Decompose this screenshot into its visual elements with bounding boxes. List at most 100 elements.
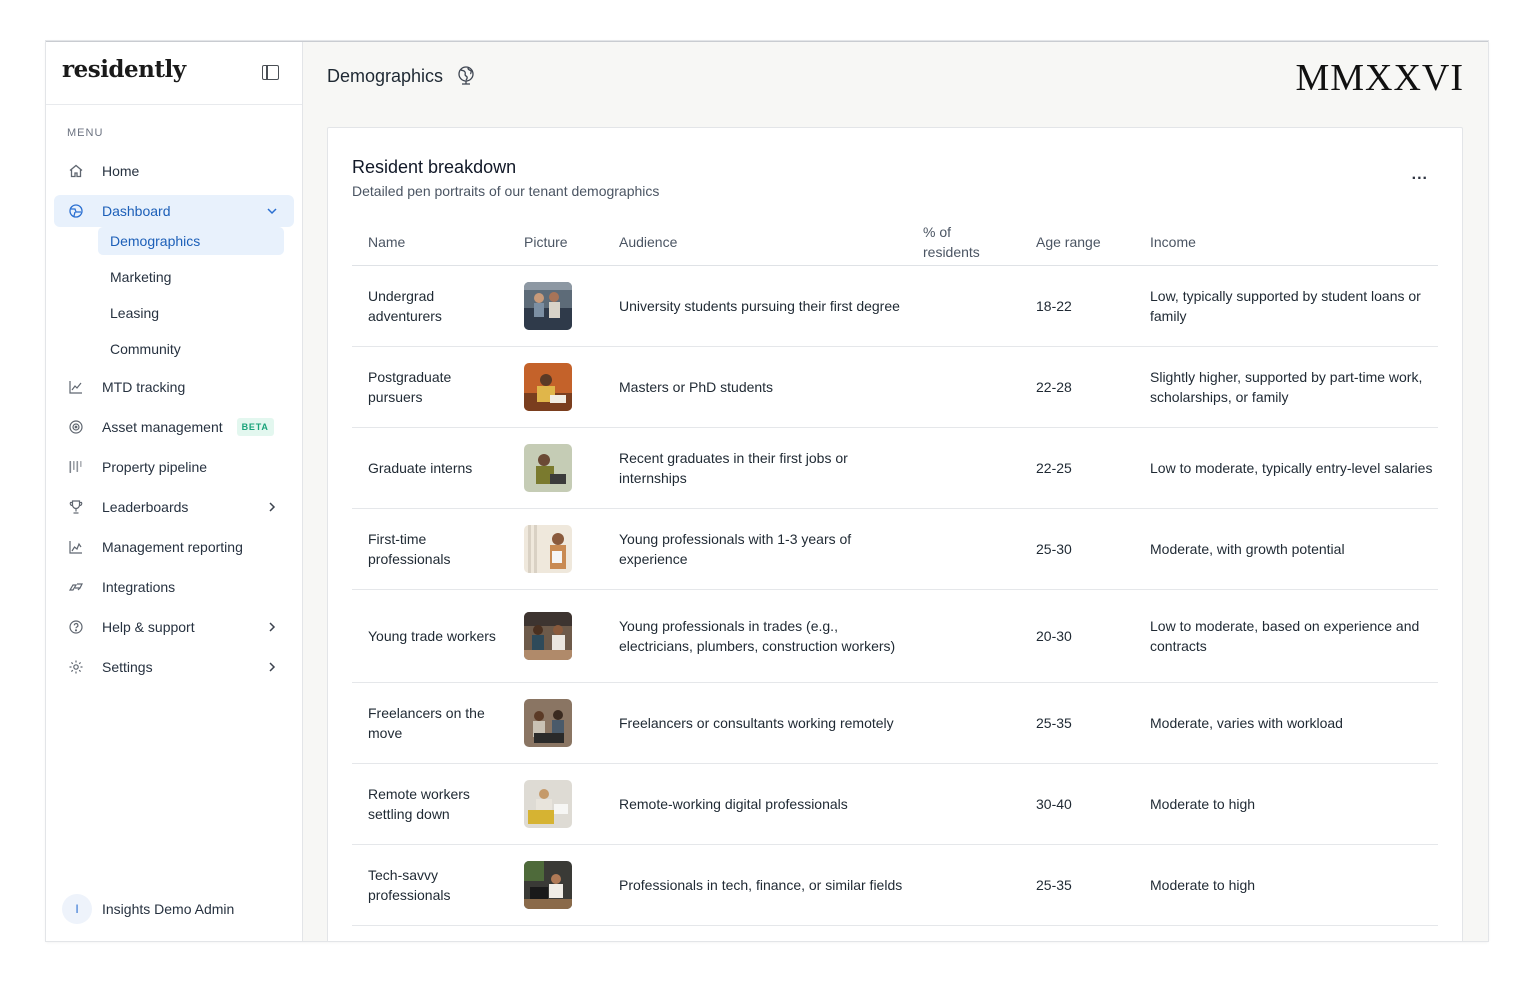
- sidebar-item-mtd-tracking[interactable]: MTD tracking: [54, 371, 294, 403]
- pct-header-line1: % of: [923, 223, 952, 240]
- menu-label: MENU: [67, 127, 104, 139]
- sidebar-item-leaderboards[interactable]: Leaderboards: [54, 491, 294, 523]
- cell-name: First-time professionals: [352, 508, 508, 590]
- table-row[interactable]: Undergrad adventurers University student…: [352, 265, 1438, 347]
- cell-income: Low to moderate, based on experience and…: [1134, 589, 1438, 683]
- cell-name: Graduate interns: [352, 427, 508, 509]
- user-name: Insights Demo Admin: [102, 901, 235, 917]
- brand-row: residently: [46, 42, 302, 105]
- avatar: I: [62, 894, 92, 924]
- column-header-audience[interactable]: Audience: [603, 219, 907, 266]
- column-header-income[interactable]: Income: [1134, 219, 1438, 266]
- sidebar-item-property-pipeline[interactable]: Property pipeline: [54, 451, 294, 483]
- sidebar-item-label: Settings: [102, 659, 153, 675]
- gear-icon: [67, 658, 85, 676]
- beta-badge: BETA: [236, 418, 274, 436]
- cell-income: Moderate to high: [1134, 844, 1438, 926]
- cell-name: Young trade workers: [352, 589, 508, 683]
- resident-breakdown-card: Resident breakdown Detailed pen portrait…: [327, 127, 1463, 941]
- pipeline-icon: [67, 458, 85, 476]
- cell-name: Freelancers on the move: [352, 682, 508, 764]
- user-profile[interactable]: I Insights Demo Admin: [62, 894, 234, 924]
- brand-logo[interactable]: residently: [62, 56, 186, 83]
- sidebar-item-integrations[interactable]: Integrations: [54, 571, 294, 603]
- cell-name: Undergrad adventurers: [352, 265, 508, 347]
- table-row[interactable]: Postgraduate pursuers Masters or PhD stu…: [352, 346, 1438, 428]
- sidebar-item-settings[interactable]: Settings: [54, 651, 294, 683]
- cell-income: Slightly higher, supported by part-time …: [1134, 346, 1438, 428]
- cell-age-range: 22-28: [1020, 346, 1134, 428]
- sidebar-item-home[interactable]: Home: [54, 155, 294, 187]
- resident-photo: [524, 611, 572, 660]
- sidebar-item-asset-management[interactable]: Asset management BETA: [54, 411, 294, 443]
- integrations-icon: [67, 578, 85, 596]
- column-header-age-range[interactable]: Age range: [1020, 219, 1134, 266]
- cell-age-range: 25-35: [1020, 844, 1134, 926]
- table-row[interactable]: First-time professionals Young professio…: [352, 508, 1438, 590]
- chevron-right-icon: [264, 659, 280, 675]
- sidebar-item-label: Help & support: [102, 619, 195, 635]
- cell-picture: [508, 427, 603, 509]
- cell-pct-residents: [907, 844, 1020, 926]
- pct-header-line2: residents: [923, 243, 980, 260]
- cell-audience: University students pursuing their first…: [603, 265, 907, 347]
- sidebar-toggle-icon[interactable]: [262, 65, 279, 80]
- resident-photo: [524, 698, 572, 747]
- cell-age-range: 25-30: [1020, 508, 1134, 590]
- table-row[interactable]: Young trade workers Young professionals …: [352, 589, 1438, 683]
- home-icon: [67, 162, 85, 180]
- card-title: Resident breakdown: [352, 157, 517, 177]
- table-row[interactable]: Graduate interns Recent graduates in the…: [352, 427, 1438, 509]
- cell-pct-residents: [907, 265, 1020, 347]
- cell-picture: [508, 508, 603, 590]
- cell-pct-residents: [907, 508, 1020, 590]
- column-header-pct-residents[interactable]: % of residents: [907, 219, 1020, 266]
- resident-photo: [524, 860, 572, 909]
- cell-income: Moderate, varies with workload: [1134, 682, 1438, 764]
- dashboard-submenu: Demographics Marketing Leasing Community: [98, 227, 284, 363]
- sidebar-item-help-support[interactable]: Help & support: [54, 611, 294, 643]
- app-window: residently MENU Home Dashboard Demograph…: [46, 41, 1488, 941]
- demographics-table: Name Picture Audience % of residents Age …: [352, 219, 1438, 926]
- resident-photo: [524, 362, 572, 411]
- cell-audience: Young professionals with 1-3 years of ex…: [603, 508, 907, 590]
- cell-pct-residents: [907, 763, 1020, 845]
- sidebar-subitem-demographics[interactable]: Demographics: [98, 227, 284, 255]
- cell-picture: [508, 763, 603, 845]
- table-row[interactable]: Freelancers on the move Freelancers or c…: [352, 682, 1438, 764]
- more-options-button[interactable]: ...: [1412, 166, 1428, 184]
- globe-icon: [455, 64, 477, 86]
- sidebar-item-label: MTD tracking: [102, 379, 186, 395]
- column-header-picture[interactable]: Picture: [508, 219, 603, 266]
- sidebar-item-label: Asset management: [102, 419, 223, 435]
- sidebar-item-label: Leaderboards: [102, 499, 189, 515]
- chevron-right-icon: [264, 499, 280, 515]
- cell-audience: Masters or PhD students: [603, 346, 907, 428]
- target-icon: [67, 418, 85, 436]
- cell-age-range: 20-30: [1020, 589, 1134, 683]
- sidebar-item-management-reporting[interactable]: Management reporting: [54, 531, 294, 563]
- cell-age-range: 22-25: [1020, 427, 1134, 509]
- card-subtitle: Detailed pen portraits of our tenant dem…: [352, 183, 660, 199]
- resident-photo: [524, 779, 572, 828]
- table-row[interactable]: Remote workers settling down Remote-work…: [352, 763, 1438, 845]
- table-row[interactable]: Tech-savvy professionals Professionals i…: [352, 844, 1438, 926]
- cell-pct-residents: [907, 427, 1020, 509]
- help-icon: [67, 618, 85, 636]
- year-mark: MMXXVI: [1295, 57, 1464, 99]
- cell-picture: [508, 844, 603, 926]
- sidebar-nav: Home Dashboard Demographics Marketing Le…: [54, 155, 294, 691]
- cell-income: Moderate to high: [1134, 763, 1438, 845]
- cell-name: Tech-savvy professionals: [352, 844, 508, 926]
- sidebar-subitem-leasing[interactable]: Leasing: [98, 299, 284, 327]
- sidebar-item-dashboard[interactable]: Dashboard: [54, 195, 294, 227]
- column-header-name[interactable]: Name: [352, 219, 508, 266]
- sidebar-subitem-community[interactable]: Community: [98, 335, 284, 363]
- cell-picture: [508, 265, 603, 347]
- cell-income: Moderate, with growth potential: [1134, 508, 1438, 590]
- resident-photo: [524, 281, 572, 330]
- sidebar-subitem-marketing[interactable]: Marketing: [98, 263, 284, 291]
- cell-name: Remote workers settling down: [352, 763, 508, 845]
- sidebar: residently MENU Home Dashboard Demograph…: [46, 42, 303, 941]
- sidebar-item-label: Dashboard: [102, 203, 171, 219]
